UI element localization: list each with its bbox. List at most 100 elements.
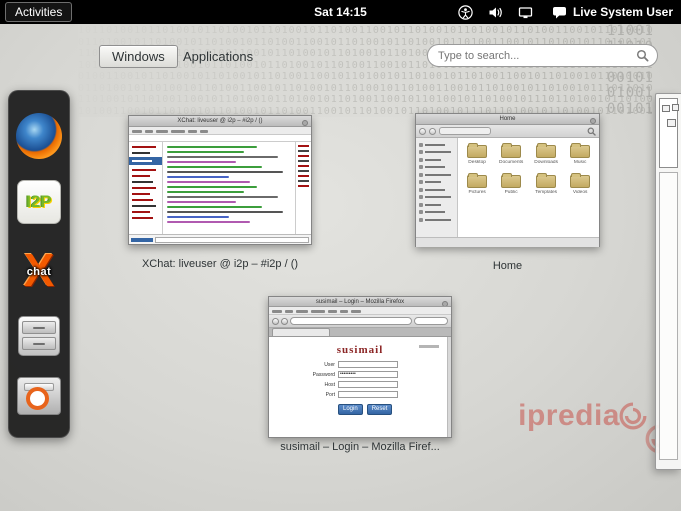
window-thumbnail-home[interactable]: Home Desktop Documents bbox=[415, 113, 600, 247]
form-label: Host bbox=[308, 382, 335, 387]
user-list-entry bbox=[298, 185, 309, 187]
chat-text-line bbox=[167, 161, 236, 163]
mini-window bbox=[672, 104, 679, 111]
password-field: ••••••••• bbox=[338, 371, 398, 378]
places-entry bbox=[419, 165, 455, 169]
xchat-menubar bbox=[129, 127, 311, 135]
places-entry bbox=[419, 195, 455, 199]
folder-item[interactable]: Desktop bbox=[460, 145, 494, 166]
places-entry bbox=[419, 173, 455, 177]
url-bar bbox=[290, 317, 412, 325]
channel-list-entry bbox=[132, 181, 153, 183]
folder-item[interactable]: Videos bbox=[563, 175, 597, 196]
window-thumbnail-susimail[interactable]: susimail – Login – Mozilla Firefox susim… bbox=[268, 296, 452, 438]
chat-text-line bbox=[167, 181, 250, 183]
tab-windows[interactable]: Windows bbox=[99, 45, 178, 68]
file-manager-icon[interactable] bbox=[18, 316, 60, 356]
search-icon bbox=[587, 127, 596, 136]
path-bar bbox=[439, 127, 491, 135]
window-caption-xchat: XChat: liveuser @ i2p – #i2p / () bbox=[60, 258, 380, 270]
menu-item bbox=[296, 310, 308, 313]
top-bar: Activities Sat 14:15 bbox=[0, 0, 681, 24]
display-icon[interactable] bbox=[518, 5, 533, 20]
menu-item bbox=[311, 310, 325, 313]
scrollbar bbox=[447, 337, 451, 437]
xchat-input-row bbox=[129, 234, 311, 244]
chat-text-line bbox=[167, 186, 257, 188]
menu-item bbox=[171, 130, 185, 133]
susimail-login-form: User Password ••••••••• Host Port Login bbox=[269, 361, 451, 415]
user-list-entry bbox=[298, 170, 309, 172]
menu-item bbox=[188, 130, 197, 133]
folder-label: Public bbox=[498, 190, 525, 195]
workspace-thumbnail-2[interactable] bbox=[659, 172, 678, 460]
xchat-message-area bbox=[163, 142, 295, 234]
search-icon bbox=[636, 49, 649, 62]
workspace-thumbnail-1[interactable] bbox=[659, 98, 678, 168]
folder-item[interactable]: Templates bbox=[529, 175, 563, 196]
clock[interactable]: Sat 14:15 bbox=[314, 5, 367, 19]
xchat-icon[interactable]: X chat bbox=[15, 246, 63, 294]
binary-text-row: 01001 bbox=[584, 86, 654, 102]
wallpaper-binary-big: 110011101010110001010100100101 bbox=[584, 24, 654, 117]
disk-utility-icon[interactable] bbox=[17, 377, 61, 415]
xchat-titlebar: XChat: liveuser @ i2p – #i2p / () bbox=[129, 116, 311, 127]
channel-list-entry bbox=[132, 169, 156, 171]
channel-list-entry bbox=[129, 157, 162, 165]
places-entry bbox=[419, 203, 455, 207]
i2p-icon[interactable]: I2P bbox=[17, 180, 61, 224]
window-caption-home: Home bbox=[430, 260, 585, 272]
forward-button bbox=[281, 318, 288, 325]
menu-item bbox=[340, 310, 348, 313]
chat-text-line bbox=[167, 216, 229, 218]
ipredia-watermark: ipredia bbox=[518, 399, 647, 433]
ipredia-watermark-text: ipredia bbox=[518, 399, 620, 433]
dash: I2P X chat bbox=[8, 90, 70, 438]
firefox-tab-bar bbox=[269, 328, 451, 337]
chat-text-line bbox=[167, 191, 244, 193]
search-input[interactable] bbox=[436, 49, 636, 63]
folder-item[interactable]: Downloads bbox=[529, 145, 563, 166]
channel-list-entry bbox=[132, 175, 150, 177]
login-button: Login bbox=[338, 404, 363, 415]
menu-item bbox=[145, 130, 153, 133]
form-label: Password bbox=[308, 372, 335, 377]
binary-text-row: 11001 bbox=[584, 24, 654, 40]
firefox-icon[interactable] bbox=[16, 113, 62, 159]
folder-item[interactable]: Music bbox=[563, 145, 597, 166]
places-entry bbox=[419, 218, 455, 222]
chat-text-line bbox=[167, 176, 229, 178]
places-entry bbox=[419, 210, 455, 214]
tab-applications[interactable]: Applications bbox=[183, 49, 253, 64]
activities-button[interactable]: Activities bbox=[5, 2, 72, 22]
channel-list-entry bbox=[132, 211, 150, 213]
reset-button: Reset bbox=[367, 404, 393, 415]
volume-icon[interactable] bbox=[488, 5, 503, 20]
chat-text-line bbox=[167, 201, 236, 203]
folder-item[interactable]: Pictures bbox=[460, 175, 494, 196]
folder-label: Documents bbox=[498, 160, 525, 165]
folder-item[interactable]: Public bbox=[494, 175, 528, 196]
menu-item bbox=[132, 130, 142, 133]
user-list-entry bbox=[298, 175, 309, 177]
folder-label: Downloads bbox=[532, 160, 559, 165]
folder-item[interactable]: Documents bbox=[494, 145, 528, 166]
workspace-switcher bbox=[655, 93, 681, 470]
user-menu[interactable]: Live System User bbox=[552, 5, 673, 19]
folder-label: Templates bbox=[532, 190, 559, 195]
firefox-navigation-bar bbox=[269, 315, 451, 328]
user-list-entry bbox=[298, 145, 309, 147]
window-thumbnail-xchat[interactable]: XChat: liveuser @ i2p – #i2p / () bbox=[128, 115, 312, 245]
chat-text-line bbox=[167, 196, 278, 198]
folder-icon bbox=[501, 145, 521, 158]
accessibility-icon[interactable] bbox=[458, 5, 473, 20]
i2p-icon-text: I2P bbox=[26, 192, 52, 212]
chat-text-line bbox=[167, 146, 257, 148]
user-list-entry bbox=[298, 180, 309, 182]
gnome-activities-overview: 1011010010110100101101001011010010110100… bbox=[0, 0, 681, 511]
user-name-label: Live System User bbox=[573, 5, 673, 19]
chat-text-line bbox=[167, 166, 262, 168]
home-titlebar: Home bbox=[416, 114, 599, 125]
host-field bbox=[338, 381, 398, 388]
user-list-entry bbox=[298, 160, 309, 162]
